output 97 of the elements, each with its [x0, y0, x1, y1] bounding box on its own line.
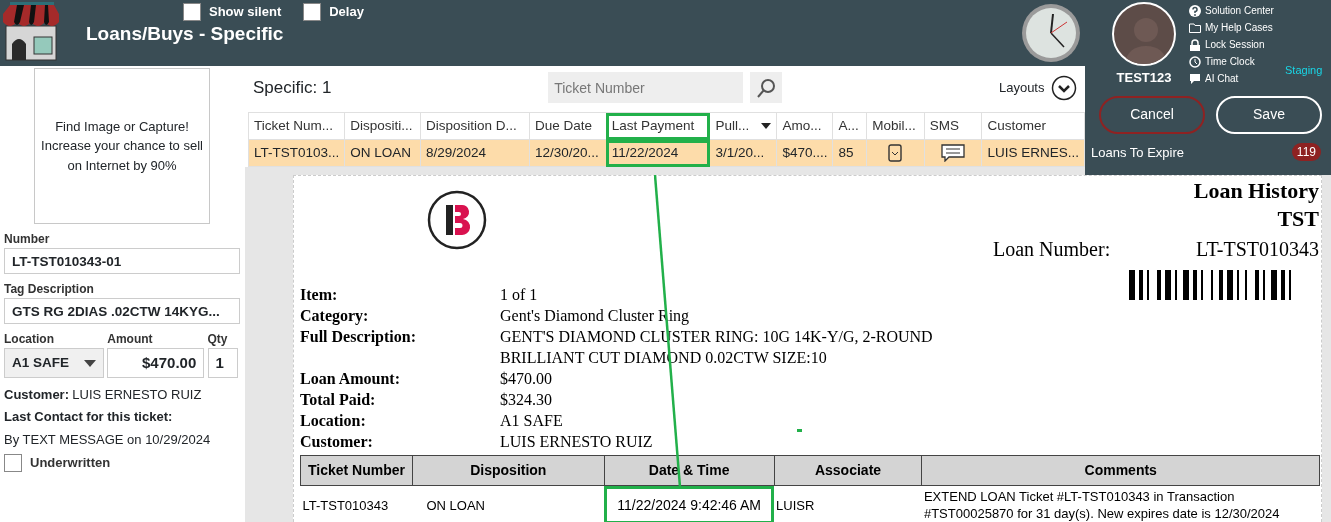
results-title: Specific: 1	[253, 76, 332, 99]
table-cell: 11/22/2024 9:42:46 AM	[604, 485, 775, 522]
lock-icon	[1189, 38, 1201, 51]
number-field[interactable]: LT-TST010343-01	[4, 248, 240, 274]
field-label: Full Description:	[300, 328, 416, 345]
avatar	[1112, 2, 1176, 66]
field-label: Location:	[300, 412, 366, 429]
field-label: Qty	[207, 331, 229, 348]
checkbox[interactable]	[183, 2, 201, 21]
column-header: Ticket Number	[300, 455, 413, 486]
field-label: Location	[4, 331, 55, 348]
field-label: Amount	[107, 331, 154, 348]
menu-link[interactable]: Solution Center	[1189, 2, 1274, 19]
field-value: $324.30	[500, 390, 552, 410]
clock-icon	[1189, 55, 1201, 68]
field-label: Category:	[300, 307, 369, 324]
column-header[interactable]: Last Payment	[606, 112, 710, 140]
checkbox-label: Underwritten	[30, 453, 111, 472]
field-label: Customer:	[300, 433, 373, 450]
page-title: Loans/Buys - Specific	[86, 22, 284, 46]
field-value: 1 of 1	[500, 285, 538, 305]
help-icon	[1189, 4, 1201, 17]
column-header[interactable]: A...	[832, 112, 867, 140]
qty-field[interactable]: 1	[207, 348, 238, 378]
table-cell: 8/29/2024	[420, 139, 530, 167]
save-button[interactable]: Save	[1216, 95, 1322, 134]
table-cell: LT-TST0103...	[248, 139, 345, 167]
column-header[interactable]: Customer	[981, 112, 1085, 140]
column-header[interactable]: Ticket Num...	[248, 112, 345, 140]
table-cell: LUISR	[774, 485, 922, 522]
checkbox[interactable]	[303, 2, 322, 21]
environment-label: Staging	[1285, 63, 1323, 78]
search-button[interactable]	[750, 72, 783, 103]
menu-link[interactable]: Time Clock	[1189, 53, 1274, 70]
field-label: Tag Description	[4, 281, 95, 298]
store-code: TST	[1276, 205, 1319, 233]
search-icon	[756, 77, 777, 98]
caret-icon	[84, 359, 96, 367]
menu-link[interactable]: AI Chat	[1189, 70, 1274, 87]
checkbox-label: Show silent	[209, 3, 282, 21]
user-name: TEST123	[1116, 69, 1172, 87]
image-placeholder[interactable]: Find Image or Capture! Increase your chance to sell on Internet by 90%	[34, 68, 210, 224]
chat-icon	[941, 144, 966, 163]
queue-label: Loans To Expire	[1091, 143, 1184, 162]
chevron-down-icon	[1051, 74, 1077, 101]
field-label: Total Paid:	[300, 391, 376, 408]
layouts-button[interactable]	[1051, 74, 1077, 101]
table-cell: ON LOAN	[412, 485, 605, 522]
field-value: A1 SAFE	[500, 411, 563, 431]
field-label: Item:	[300, 286, 338, 303]
field-value: LUIS ERNESTO RUIZ	[500, 432, 653, 452]
amount-field[interactable]: $470.00	[107, 348, 205, 378]
column-header[interactable]: Dispositi...	[344, 112, 421, 140]
table-cell: 11/22/2024	[606, 139, 710, 167]
table-cell: 12/30/20...	[529, 139, 607, 167]
clock-icon	[1020, 2, 1082, 64]
menu-link[interactable]: Lock Session	[1189, 36, 1274, 53]
column-header[interactable]: SMS	[924, 112, 982, 140]
checkbox-label: Delay	[329, 3, 364, 21]
count-badge: 119	[1291, 143, 1321, 162]
table-cell: 3/1/20...	[709, 139, 777, 167]
folder-icon	[1189, 21, 1201, 34]
column-header: Comments	[921, 455, 1320, 486]
logo-icon	[426, 189, 488, 251]
field-value: $470.00	[500, 369, 552, 389]
column-header: Associate	[774, 455, 922, 486]
column-header[interactable]: Pull...	[709, 112, 777, 140]
column-header[interactable]: Disposition D...	[420, 112, 530, 140]
cancel-button[interactable]: Cancel	[1099, 95, 1205, 134]
column-header: Disposition	[412, 455, 605, 486]
column-header[interactable]: Amo...	[776, 112, 833, 140]
loan-number-label: Loan Number:	[993, 237, 1111, 262]
table-cell: LUIS ERNES...	[981, 139, 1085, 167]
field-label: Number	[4, 231, 51, 248]
contact-text: By TEXT MESSAGE on 10/29/2024	[4, 431, 212, 449]
table-cell: ON LOAN	[344, 139, 421, 167]
location-dropdown[interactable]: A1 SAFE	[4, 348, 104, 378]
field-label: Loan Amount:	[300, 370, 401, 387]
column-header: Date & Time	[604, 455, 775, 486]
menu-link[interactable]: My Help Cases	[1189, 19, 1274, 36]
tag-field[interactable]: GTS RG 2DIAS .02CTW 14KYG...	[4, 298, 240, 324]
search-field[interactable]: Ticket Number	[548, 72, 744, 103]
column-header[interactable]: Due Date	[529, 112, 607, 140]
store-icon	[0, 0, 60, 62]
customer-name: LUIS ERNESTO RUIZ	[72, 385, 202, 404]
table-cell: LT-TST010343	[300, 485, 413, 522]
report-title: Loan History	[1192, 178, 1319, 204]
column-header[interactable]: Mobil...	[866, 112, 925, 140]
layouts-label: Layouts	[998, 78, 1045, 97]
annotation-mark	[797, 429, 802, 432]
customer-label: Customer:	[4, 385, 69, 404]
phone-icon	[888, 144, 903, 163]
contact-label: Last Contact for this ticket:	[4, 408, 174, 427]
table-cell: EXTEND LOAN Ticket #LT-TST010343 in Transaction #TST00025870 for 31 day(s). New expires date is 12/30/2024	[921, 485, 1320, 522]
checkbox[interactable]	[4, 453, 22, 472]
chat-icon	[1189, 72, 1201, 85]
loan-number: LT-TST010343	[1196, 237, 1319, 262]
